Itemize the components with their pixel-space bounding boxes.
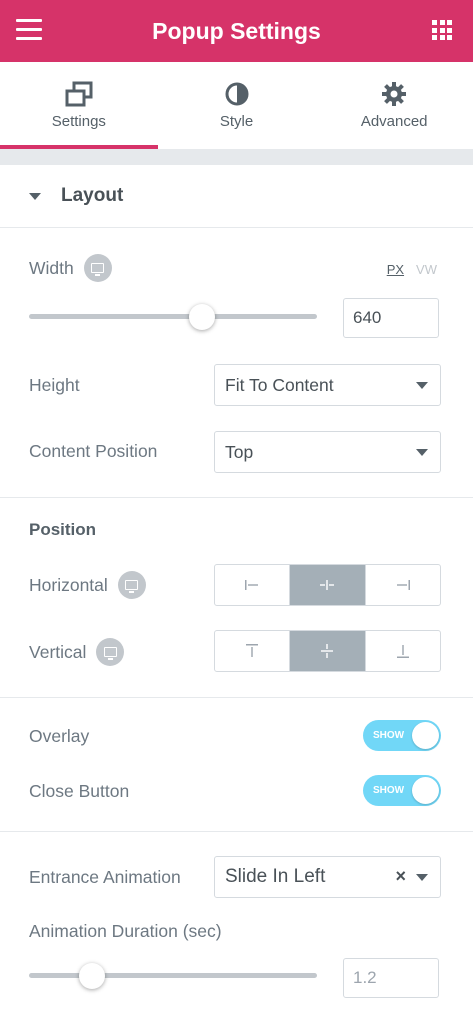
- hamburger-icon[interactable]: [16, 19, 42, 41]
- horizontal-control-label: Horizontal: [29, 571, 146, 599]
- align-center-icon: [320, 580, 335, 590]
- content-position-select[interactable]: Top: [214, 431, 441, 473]
- horizontal-left-option[interactable]: [215, 565, 291, 605]
- section-divider: [0, 497, 473, 498]
- unit-vw[interactable]: VW: [416, 262, 437, 277]
- width-label: Width: [29, 257, 74, 278]
- width-slider-track[interactable]: [29, 314, 317, 319]
- desktop-responsive-icon[interactable]: [83, 254, 112, 282]
- panel-title: Popup Settings: [152, 17, 321, 44]
- vertical-middle-option[interactable]: [290, 631, 366, 671]
- vertical-control-label: Vertical: [29, 638, 125, 666]
- grid-icon[interactable]: [432, 20, 452, 40]
- dropdown-arrow-icon: [416, 449, 428, 456]
- unit-switcher: PX VW: [387, 262, 437, 277]
- tab-advanced-label: Advanced: [360, 113, 428, 130]
- tab-divider-strip: [0, 149, 473, 165]
- duration-slider-handle[interactable]: [79, 963, 106, 989]
- vertical-bottom-option[interactable]: [366, 631, 440, 671]
- tab-style[interactable]: Style: [157, 62, 316, 149]
- section-divider: [0, 697, 473, 698]
- horizontal-right-option[interactable]: [366, 565, 440, 605]
- duration-number-input[interactable]: 1.2: [343, 958, 439, 998]
- align-bottom-icon: [396, 645, 409, 658]
- content-position-label: Content Position: [29, 441, 158, 461]
- height-select-value: Fit To Content: [225, 374, 334, 395]
- horizontal-label: Horizontal: [29, 574, 108, 595]
- position-heading: Position: [29, 520, 97, 539]
- desktop-responsive-icon[interactable]: [96, 638, 125, 666]
- entrance-animation-select[interactable]: Slide In Left ×: [214, 856, 441, 898]
- entrance-animation-label: Entrance Animation: [29, 867, 181, 887]
- dropdown-arrow-icon: [416, 874, 428, 881]
- align-middle-icon: [321, 644, 334, 658]
- close-button-label: Close Button: [29, 781, 130, 801]
- align-left-icon: [245, 580, 259, 590]
- duration-slider-track[interactable]: [29, 973, 317, 978]
- vertical-top-option[interactable]: [215, 631, 291, 671]
- close-button-toggle[interactable]: SHOW: [363, 775, 441, 806]
- vertical-choices: [214, 630, 441, 672]
- align-top-icon: [246, 644, 259, 657]
- tab-advanced[interactable]: Advanced: [315, 62, 473, 149]
- toggle-knob: [412, 722, 439, 749]
- horizontal-choices: [214, 564, 441, 606]
- width-control-label: Width: [29, 254, 112, 282]
- height-label: Height: [29, 375, 80, 395]
- width-slider-handle[interactable]: [188, 304, 215, 330]
- tab-settings[interactable]: Settings: [0, 62, 158, 149]
- overlay-toggle[interactable]: SHOW: [363, 720, 441, 751]
- settings-windows-icon: [65, 81, 93, 107]
- vertical-label: Vertical: [29, 641, 87, 662]
- height-select[interactable]: Fit To Content: [214, 364, 441, 406]
- entrance-animation-value: Slide In Left: [225, 866, 326, 887]
- tab-style-label: Style: [219, 113, 254, 130]
- layout-section-toggle[interactable]: Layout: [0, 165, 473, 228]
- gear-icon: [382, 82, 407, 106]
- unit-px[interactable]: PX: [387, 262, 404, 277]
- section-divider: [0, 831, 473, 832]
- layout-section-title: Layout: [61, 185, 124, 206]
- horizontal-center-option[interactable]: [290, 565, 366, 605]
- overlay-label: Overlay: [29, 726, 90, 746]
- desktop-responsive-icon[interactable]: [117, 571, 146, 599]
- clear-selection-icon[interactable]: ×: [395, 866, 406, 887]
- animation-duration-label: Animation Duration (sec): [29, 921, 222, 941]
- caret-down-icon: [29, 192, 41, 200]
- width-number-input[interactable]: 640: [343, 298, 439, 338]
- close-button-toggle-text: SHOW: [373, 785, 405, 796]
- content-position-value: Top: [225, 441, 254, 462]
- toggle-knob: [412, 777, 439, 804]
- panel-header: Popup Settings: [0, 0, 473, 62]
- align-right-icon: [396, 580, 410, 590]
- tab-bar: Settings Style Advanced: [0, 62, 473, 149]
- dropdown-arrow-icon: [416, 382, 428, 389]
- overlay-toggle-text: SHOW: [373, 730, 405, 741]
- tab-settings-label: Settings: [51, 113, 106, 130]
- half-circle-icon: [225, 82, 248, 106]
